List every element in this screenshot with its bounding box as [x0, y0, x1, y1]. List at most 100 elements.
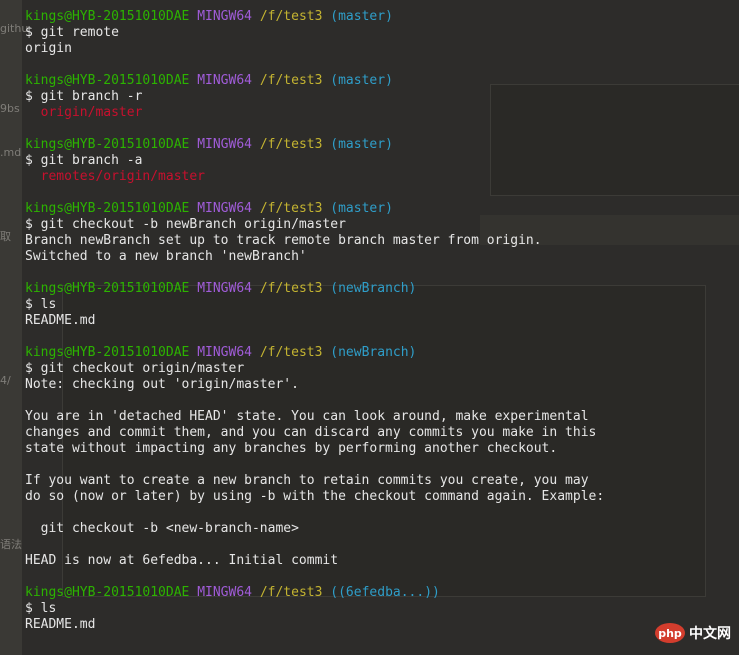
terminal-line: Branch newBranch set up to track remote …	[25, 233, 735, 249]
terminal-line: state without impacting any branches by …	[25, 441, 735, 457]
watermark-text: 中文网	[689, 626, 731, 642]
terminal-segment: (master)	[330, 137, 393, 152]
terminal-segment: $ git branch -a	[25, 153, 143, 168]
terminal-segment: /f/test3	[259, 585, 323, 600]
terminal-segment: ((6efedba...))	[330, 585, 440, 600]
terminal-segment: You are in 'detached HEAD' state. You ca…	[25, 409, 589, 424]
terminal-segment: MINGW64	[197, 201, 252, 216]
terminal-segment: README.md	[25, 617, 96, 632]
terminal-line: Note: checking out 'origin/master'.	[25, 377, 735, 393]
terminal-segment: remotes/origin/master	[25, 169, 206, 184]
terminal-line: origin/master	[25, 105, 735, 121]
terminal-segment: (master)	[330, 73, 393, 88]
terminal-segment: $ git checkout -b newBranch origin/maste…	[25, 217, 346, 232]
terminal-output: kings@HYB-20151010DAE MINGW64 /f/test3 (…	[25, 9, 735, 633]
terminal-segment: /f/test3	[259, 201, 323, 216]
terminal-segment	[252, 73, 260, 88]
terminal-segment: /f/test3	[259, 9, 323, 24]
terminal-segment: Branch newBranch set up to track remote …	[25, 233, 542, 248]
terminal-segment: kings@HYB-20151010DAE	[25, 585, 190, 600]
terminal-segment: (newBranch)	[330, 345, 417, 360]
terminal-line: changes and commit them, and you can dis…	[25, 425, 735, 441]
terminal-segment: /f/test3	[259, 345, 323, 360]
terminal-segment: origin/master	[25, 105, 143, 120]
terminal-segment: (newBranch)	[330, 281, 417, 296]
terminal-line: kings@HYB-20151010DAE MINGW64 /f/test3 (…	[25, 281, 735, 297]
screenshot-frame: githu 9bs .md 取 4/ 语法 ‾‾ kings@HYB-20151…	[0, 0, 739, 655]
terminal-line: kings@HYB-20151010DAE MINGW64 /f/test3 (…	[25, 345, 735, 361]
terminal-segment: origin	[25, 41, 72, 56]
terminal-segment	[252, 585, 260, 600]
terminal-segment: kings@HYB-20151010DAE	[25, 281, 190, 296]
terminal-segment: changes and commit them, and you can dis…	[25, 425, 597, 440]
terminal-line: $ git checkout origin/master	[25, 361, 735, 377]
terminal-segment: /f/test3	[259, 137, 323, 152]
terminal-line: $ git branch -a	[25, 153, 735, 169]
terminal-segment	[252, 201, 260, 216]
terminal-segment: MINGW64	[197, 9, 252, 24]
terminal-segment: $ git branch -r	[25, 89, 143, 104]
terminal-segment	[252, 281, 260, 296]
terminal-segment: do so (now or later) by using -b with th…	[25, 489, 605, 504]
terminal-line: README.md	[25, 313, 735, 329]
terminal-segment: MINGW64	[197, 137, 252, 152]
terminal-line: $ ls	[25, 297, 735, 313]
terminal-segment: (master)	[330, 9, 393, 24]
php-watermark: php 中文网	[655, 623, 731, 643]
terminal-segment	[252, 137, 260, 152]
terminal-segment: kings@HYB-20151010DAE	[25, 73, 190, 88]
terminal-line: kings@HYB-20151010DAE MINGW64 /f/test3 (…	[25, 201, 735, 217]
terminal-segment: Switched to a new branch 'newBranch'	[25, 249, 307, 264]
terminal-segment: kings@HYB-20151010DAE	[25, 137, 190, 152]
terminal-segment: git checkout -b <new-branch-name>	[25, 521, 299, 536]
terminal-segment: (master)	[330, 201, 393, 216]
terminal-segment: $ git checkout origin/master	[25, 361, 245, 376]
terminal-segment: /f/test3	[259, 281, 323, 296]
terminal-segment: state without impacting any branches by …	[25, 441, 558, 456]
terminal-segment: README.md	[25, 313, 96, 328]
terminal-segment: /f/test3	[259, 73, 323, 88]
terminal-line: remotes/origin/master	[25, 169, 735, 185]
terminal-line: Switched to a new branch 'newBranch'	[25, 249, 735, 265]
terminal-window[interactable]: kings@HYB-20151010DAE MINGW64 /f/test3 (…	[0, 0, 739, 655]
terminal-segment: kings@HYB-20151010DAE	[25, 9, 190, 24]
terminal-segment: Note: checking out 'origin/master'.	[25, 377, 299, 392]
terminal-line: README.md	[25, 617, 735, 633]
terminal-segment: MINGW64	[197, 585, 252, 600]
terminal-line: kings@HYB-20151010DAE MINGW64 /f/test3 (…	[25, 137, 735, 153]
terminal-segment	[252, 9, 260, 24]
terminal-segment: $ ls	[25, 297, 57, 312]
terminal-segment: kings@HYB-20151010DAE	[25, 201, 190, 216]
terminal-line: HEAD is now at 6efedba... Initial commit	[25, 553, 735, 569]
terminal-line: kings@HYB-20151010DAE MINGW64 /f/test3 (…	[25, 9, 735, 25]
terminal-line: git checkout -b <new-branch-name>	[25, 521, 735, 537]
terminal-line: $ git branch -r	[25, 89, 735, 105]
terminal-segment: $ ls	[25, 601, 57, 616]
terminal-line: You are in 'detached HEAD' state. You ca…	[25, 409, 735, 425]
terminal-segment: If you want to create a new branch to re…	[25, 473, 589, 488]
terminal-segment: MINGW64	[197, 345, 252, 360]
terminal-line: origin	[25, 41, 735, 57]
terminal-line: $ ls	[25, 601, 735, 617]
terminal-line: $ git checkout -b newBranch origin/maste…	[25, 217, 735, 233]
terminal-segment: MINGW64	[197, 281, 252, 296]
php-logo-icon: php	[655, 623, 685, 643]
terminal-line: kings@HYB-20151010DAE MINGW64 /f/test3 (…	[25, 585, 735, 601]
terminal-line: $ git remote	[25, 25, 735, 41]
terminal-line: do so (now or later) by using -b with th…	[25, 489, 735, 505]
terminal-line: If you want to create a new branch to re…	[25, 473, 735, 489]
terminal-segment: MINGW64	[197, 73, 252, 88]
terminal-segment: HEAD is now at 6efedba... Initial commit	[25, 553, 339, 568]
terminal-segment	[252, 345, 260, 360]
terminal-segment: $ git remote	[25, 25, 119, 40]
